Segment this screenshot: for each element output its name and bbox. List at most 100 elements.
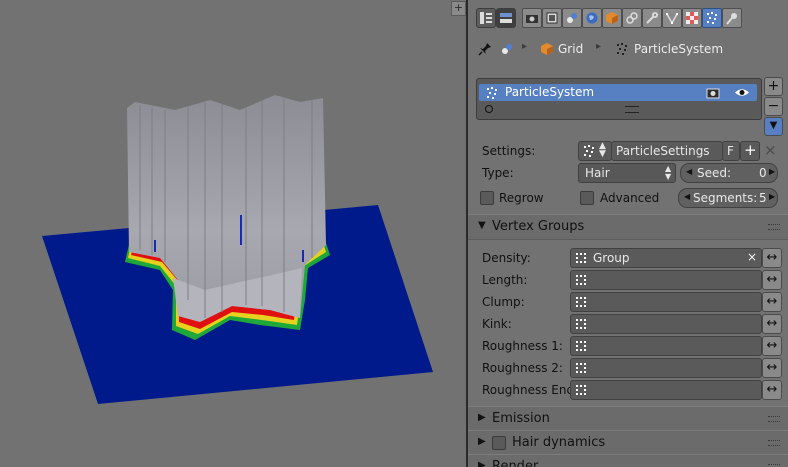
render-panel-header[interactable]: ▶ Render bbox=[468, 454, 788, 467]
roughness-1-group-field[interactable] bbox=[570, 336, 762, 356]
updown-arrows-icon: ▲ ▼ bbox=[665, 164, 672, 181]
vertex-group-icon bbox=[576, 253, 586, 263]
regrow-checkbox[interactable] bbox=[480, 191, 494, 205]
vertex-group-icon bbox=[576, 363, 586, 373]
seed-field[interactable]: ◀ Seed: 0 ▶ bbox=[680, 163, 778, 183]
decrement-arrow-icon[interactable]: ◀ bbox=[686, 167, 692, 176]
drag-grip-icon[interactable] bbox=[768, 416, 780, 422]
properties-editor-icon bbox=[480, 12, 492, 24]
increment-arrow-icon[interactable]: ▶ bbox=[769, 192, 775, 201]
density-label: Density: bbox=[482, 251, 531, 265]
3d-viewport[interactable]: + bbox=[0, 0, 466, 467]
tab-render-layers[interactable] bbox=[542, 8, 562, 28]
tab-render[interactable] bbox=[522, 8, 542, 28]
type-dropdown[interactable]: Hair ▲ ▼ bbox=[578, 163, 676, 183]
breadcrumb: ▸ Grid ▸ ParticleSystem bbox=[468, 36, 788, 62]
list-item-particle-system[interactable]: ParticleSystem bbox=[479, 84, 757, 101]
tab-physics[interactable] bbox=[722, 8, 742, 28]
roughness-end-invert-button[interactable]: ↔ bbox=[762, 380, 782, 400]
clear-group-button[interactable]: × bbox=[747, 250, 757, 264]
render-title: Render bbox=[492, 459, 539, 467]
unlink-settings-button[interactable]: × bbox=[760, 141, 780, 161]
drag-grip-icon[interactable] bbox=[768, 224, 780, 230]
density-group-field[interactable]: Group × bbox=[570, 248, 762, 268]
tab-material[interactable] bbox=[682, 8, 702, 28]
add-particle-system-button[interactable]: + bbox=[764, 77, 783, 96]
settings-name-field[interactable]: ParticleSettings bbox=[611, 141, 723, 161]
world-icon bbox=[586, 12, 598, 24]
kink-group-field[interactable] bbox=[570, 314, 762, 334]
roughness-1-label: Roughness 1: bbox=[482, 339, 563, 353]
list-resize-grip[interactable] bbox=[625, 106, 639, 113]
density-invert-button[interactable]: ↔ bbox=[762, 248, 782, 268]
tab-object[interactable] bbox=[602, 8, 622, 28]
viewport-scene bbox=[42, 95, 433, 404]
browse-settings-button[interactable]: ▲ ▼ bbox=[578, 141, 612, 161]
regrow-label: Regrow bbox=[499, 191, 544, 205]
particle-system-list[interactable]: ParticleSystem bbox=[476, 78, 762, 120]
specials-menu-button[interactable]: ▼ bbox=[764, 117, 783, 136]
scene-icon bbox=[567, 13, 577, 23]
hair-dynamics-panel-header[interactable]: ▶ Hair dynamics bbox=[468, 430, 788, 456]
remove-particle-system-button[interactable]: − bbox=[764, 97, 783, 116]
clump-group-field[interactable] bbox=[570, 292, 762, 312]
filter-options-icon[interactable] bbox=[485, 105, 493, 113]
decrement-arrow-icon[interactable]: ◀ bbox=[684, 192, 690, 201]
emission-panel-header[interactable]: ▶ Emission bbox=[468, 406, 788, 432]
clump-label: Clump: bbox=[482, 295, 525, 309]
clump-invert-button[interactable]: ↔ bbox=[762, 292, 782, 312]
tab-scene[interactable] bbox=[562, 8, 582, 28]
roughness-2-label: Roughness 2: bbox=[482, 361, 563, 375]
roughness-end-label: Roughness End: bbox=[482, 383, 579, 397]
roughness-2-group-field[interactable] bbox=[570, 358, 762, 378]
collapsed-arrow-icon: ▶ bbox=[478, 460, 486, 467]
roughness-1-invert-button[interactable]: ↔ bbox=[762, 336, 782, 356]
hair-dynamics-checkbox[interactable] bbox=[492, 436, 506, 450]
render-icon bbox=[526, 15, 538, 23]
breadcrumb-separator: ▸ bbox=[522, 41, 528, 52]
kink-invert-button[interactable]: ↔ bbox=[762, 314, 782, 334]
expanded-arrow-icon: ▼ bbox=[478, 220, 486, 231]
roughness-2-invert-button[interactable]: ↔ bbox=[762, 358, 782, 378]
settings-name-value: ParticleSettings bbox=[616, 144, 710, 158]
particles-icon bbox=[617, 43, 627, 55]
drag-grip-icon[interactable] bbox=[768, 440, 780, 446]
roughness-end-group-field[interactable] bbox=[570, 380, 762, 400]
view-toggle-button[interactable] bbox=[496, 8, 516, 28]
tab-modifiers[interactable] bbox=[642, 8, 662, 28]
list-view-icon bbox=[500, 13, 512, 23]
tab-world[interactable] bbox=[582, 8, 602, 28]
constraints-icon bbox=[626, 12, 638, 24]
material-icon bbox=[686, 12, 698, 24]
settings-label: Settings: bbox=[482, 144, 536, 158]
tab-particles[interactable] bbox=[702, 8, 722, 28]
length-group-field[interactable] bbox=[570, 270, 762, 290]
modifiers-icon bbox=[646, 12, 658, 24]
data-icon bbox=[666, 13, 678, 25]
fake-user-button[interactable]: F bbox=[722, 141, 740, 161]
vertex-groups-panel-header[interactable]: ▼ Vertex Groups bbox=[468, 214, 788, 240]
pin-icon[interactable] bbox=[478, 42, 492, 56]
density-group-value: Group bbox=[593, 251, 630, 265]
collapsed-arrow-icon: ▶ bbox=[478, 412, 486, 423]
length-invert-button[interactable]: ↔ bbox=[762, 270, 782, 290]
vertex-groups-title: Vertex Groups bbox=[492, 219, 585, 234]
segments-field[interactable]: ◀ Segments: 5 ▶ bbox=[678, 188, 778, 208]
type-value: Hair bbox=[585, 166, 610, 180]
eye-icon[interactable] bbox=[734, 87, 750, 98]
updown-arrows-icon: ▲ ▼ bbox=[599, 141, 606, 159]
unlink-settings-label: × bbox=[764, 141, 777, 159]
hair-dynamics-title: Hair dynamics bbox=[512, 435, 606, 450]
breadcrumb-separator: ▸ bbox=[596, 41, 602, 52]
viewport-split-handle[interactable]: + bbox=[451, 1, 466, 16]
render-toggle-icon[interactable] bbox=[706, 86, 720, 99]
new-settings-label: + bbox=[744, 141, 757, 159]
editor-type-button[interactable] bbox=[476, 8, 496, 28]
particles-icon bbox=[584, 145, 594, 157]
tab-constraints[interactable] bbox=[622, 8, 642, 28]
tab-data[interactable] bbox=[662, 8, 682, 28]
increment-arrow-icon[interactable]: ▶ bbox=[769, 167, 775, 176]
new-settings-button[interactable]: + bbox=[740, 141, 760, 161]
advanced-checkbox[interactable] bbox=[580, 191, 594, 205]
vertex-group-icon bbox=[576, 385, 586, 395]
